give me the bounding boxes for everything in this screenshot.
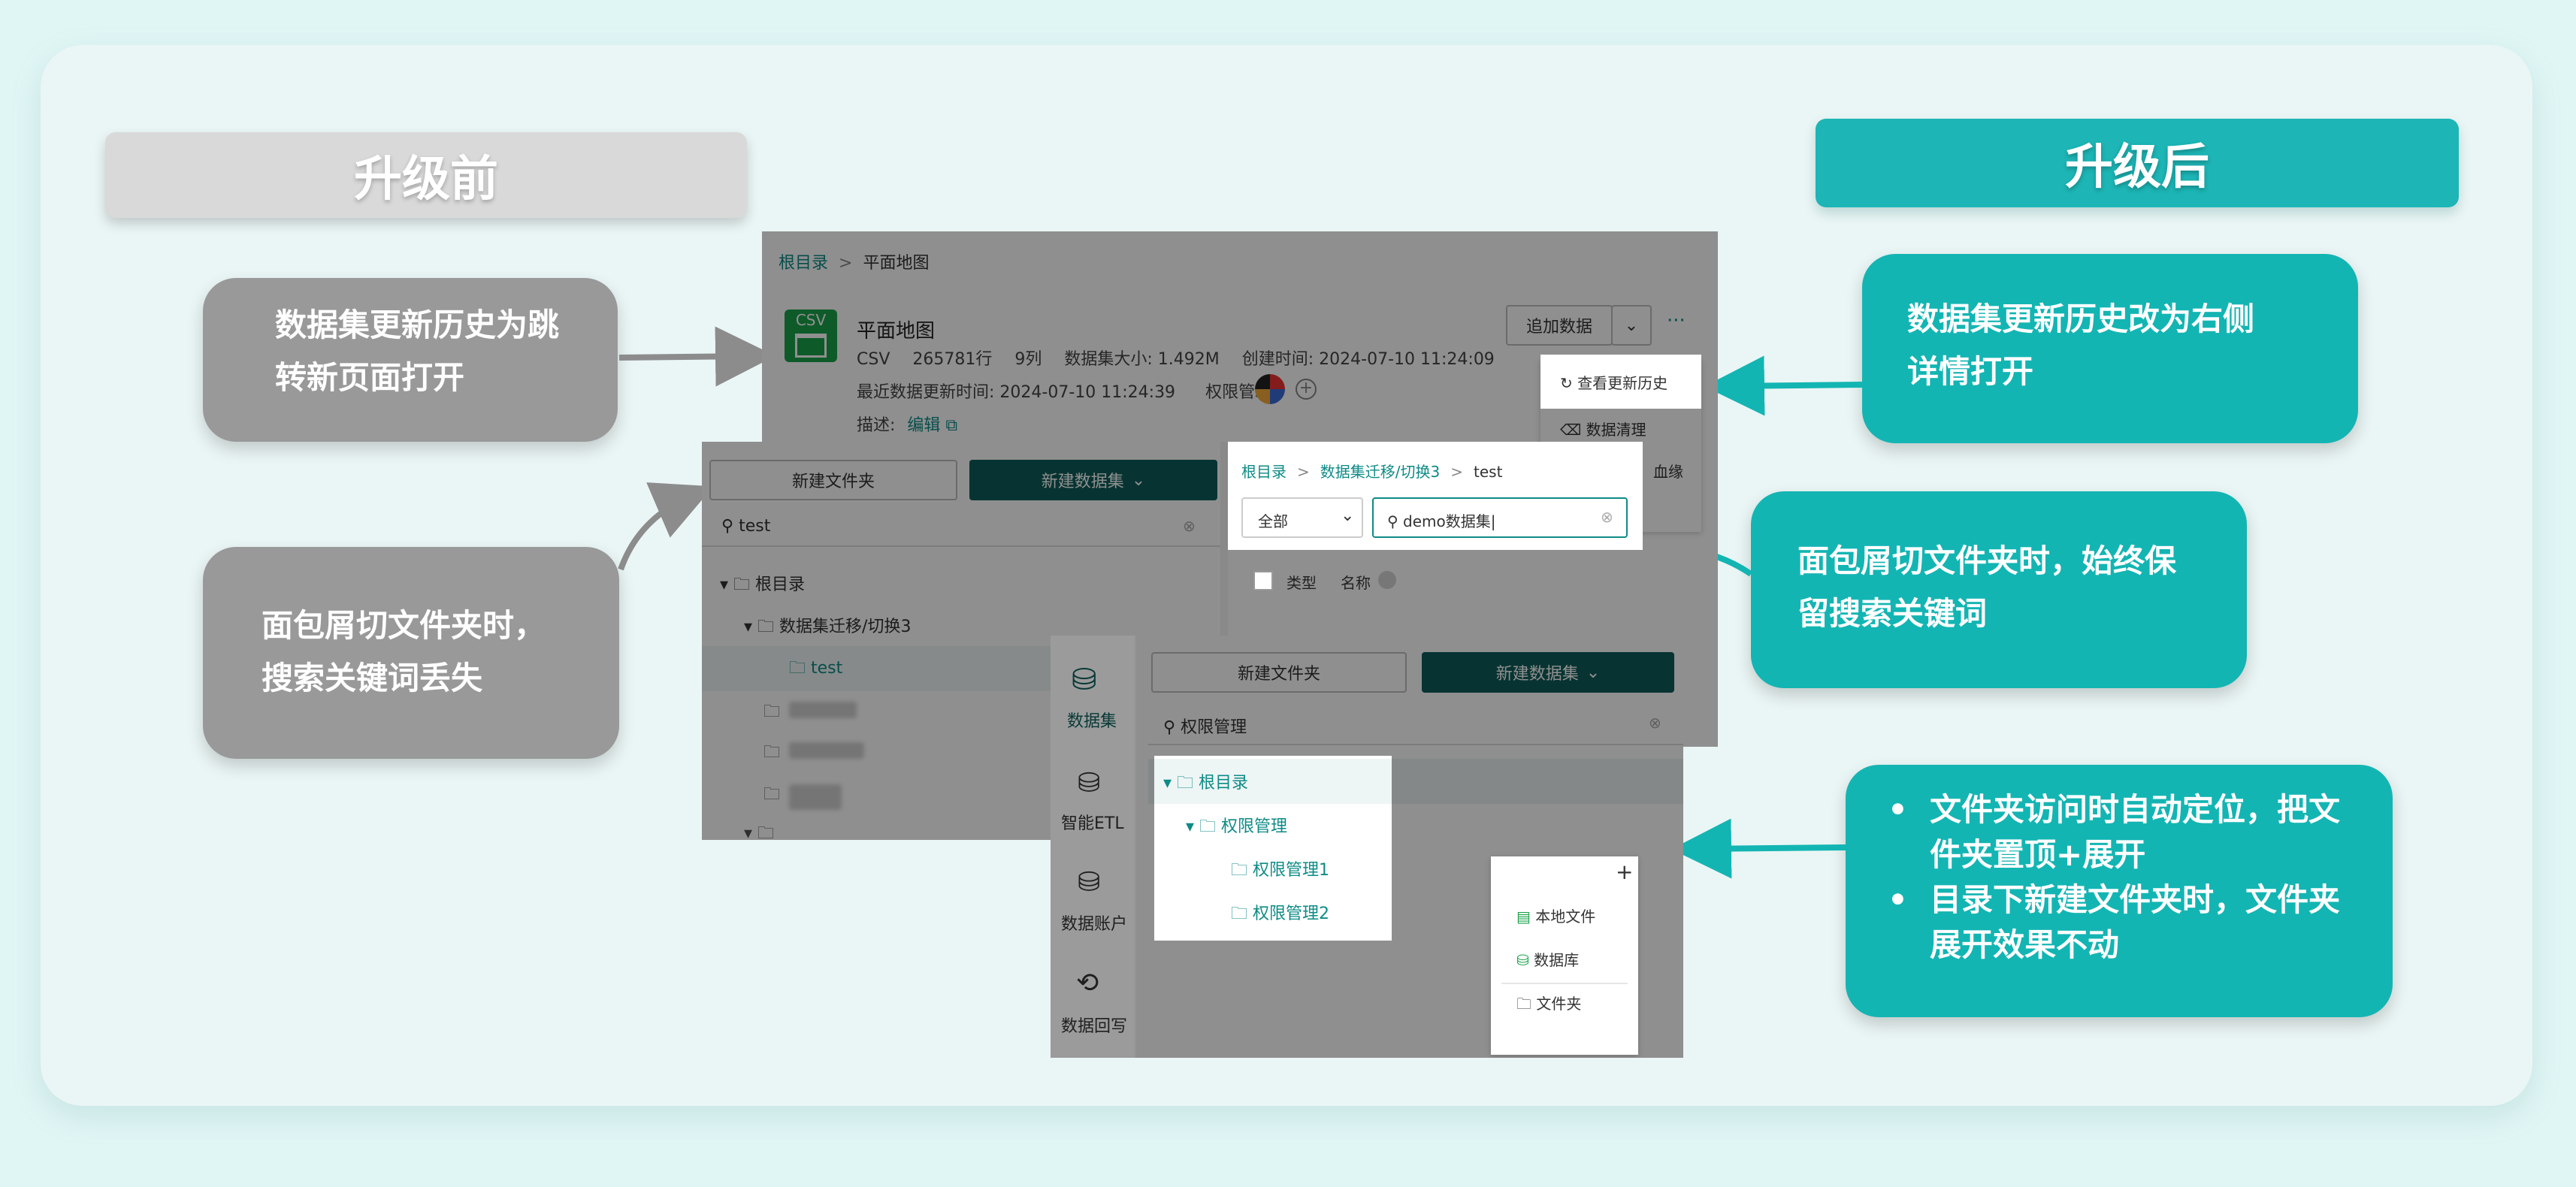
dim-overlay — [1638, 756, 1683, 1058]
menu-database[interactable]: ⛁ 数据库 — [1516, 948, 1579, 970]
search-icon: ⚲ — [1387, 512, 1404, 530]
dim-overlay — [1136, 756, 1154, 1058]
dataset-name: 平面地图 — [857, 320, 936, 343]
chevron-down-icon: ⌄ — [1341, 506, 1355, 525]
arrow-after-folder — [1671, 818, 1846, 879]
add-permission-icon[interactable]: + — [1296, 379, 1317, 400]
menu-local-file[interactable]: ▤ 本地文件 — [1516, 905, 1595, 926]
dim-overlay — [1051, 636, 1136, 1058]
breadcrumb-current: 平面地图 — [863, 254, 930, 273]
breadcrumb-root[interactable]: 根目录 — [779, 254, 828, 273]
history-icon: ↻ 查看更新历史 — [1560, 374, 1668, 392]
arrow-before-history — [618, 326, 776, 387]
new-folder-button[interactable]: 新建文件夹 — [709, 460, 957, 500]
tree-item-root[interactable]: ▾ 🗀 根目录 — [1163, 769, 1248, 799]
tree-highlight-box: ▾ 🗀 根目录 ▾ 🗀 权限管理 🗀 权限管理1 🗀 权限管理2 — [1154, 756, 1392, 941]
avatar — [1255, 374, 1285, 404]
breadcrumb-current: test — [1474, 463, 1503, 481]
tree-item-permission[interactable]: ▾ 🗀 权限管理 — [1186, 813, 1287, 842]
search-icon: ⚲ — [721, 517, 739, 536]
clear-icon[interactable]: ⊗ — [1601, 508, 1613, 526]
add-menu: + ▤ 本地文件 ⛁ 数据库 🗀 文件夹 — [1491, 856, 1638, 1055]
more-button[interactable]: ··· — [1667, 310, 1686, 332]
folder-icon: 🗀 — [763, 785, 781, 804]
folder-icon: 🗀 — [1516, 995, 1531, 1013]
dim-overlay — [1491, 1055, 1638, 1058]
tree-item-permission-2[interactable]: 🗀 权限管理2 — [1231, 900, 1329, 929]
tree-search[interactable]: ⚲ test ⊗ — [702, 508, 1235, 547]
new-dataset-button[interactable]: 新建数据集 ⌄ — [969, 460, 1217, 500]
select-all-checkbox[interactable] — [1253, 571, 1273, 590]
add-data-button[interactable]: 追加数据 — [1506, 305, 1613, 346]
menu-data-clean[interactable]: ⌫ 数据清理 — [1560, 418, 1646, 439]
database-icon: ⛁ — [1516, 951, 1529, 969]
csv-file-icon: CSV — [785, 310, 837, 362]
tree-item-test[interactable]: 🗀 test — [789, 655, 842, 684]
menu-lineage[interactable]: 血缘 — [1653, 460, 1683, 482]
add-icon[interactable]: + — [1616, 859, 1633, 884]
dataset-search-input[interactable]: ⚲ demo数据集| ⊗ — [1372, 497, 1628, 538]
folder-icon: 🗀 — [763, 702, 781, 721]
dim-overlay — [1491, 756, 1638, 856]
type-filter-select[interactable]: 全部 ⌄ — [1241, 497, 1363, 538]
local-file-icon: ▤ — [1516, 908, 1531, 926]
folder-icon: ▾ 🗀 — [744, 824, 775, 840]
arrow-before-breadcrumb — [618, 482, 714, 571]
tree-item-permission-1[interactable]: 🗀 权限管理1 — [1231, 856, 1329, 886]
tree-item-migration[interactable]: ▾ 🗀 数据集迁移/切换3 — [744, 613, 911, 642]
folder-icon: 🗀 — [763, 743, 781, 762]
tree-item-root[interactable]: ▾ 🗀 根目录 — [720, 571, 805, 600]
after-search-screenshot: 根目录 > 数据集迁移/切换3 > test 全部 ⌄ ⚲ demo数据集| ⊗ 类型 … — [1228, 442, 1643, 637]
sort-icon[interactable] — [1378, 571, 1396, 589]
column-name: 名称 — [1341, 574, 1371, 592]
menu-folder[interactable]: 🗀 文件夹 — [1516, 992, 1581, 1019]
dim-overlay — [1136, 636, 1683, 756]
highlight-view-history[interactable]: ↻ 查看更新历史 — [1540, 355, 1701, 409]
breadcrumb-migration[interactable]: 数据集迁移/切换3 — [1320, 463, 1440, 481]
arrow-after-history — [1704, 355, 1863, 416]
chevron-down-icon[interactable]: ⌄ — [1611, 305, 1652, 346]
column-type: 类型 — [1286, 574, 1317, 592]
dim-overlay — [1154, 941, 1392, 1058]
edit-icon[interactable]: ⧉ — [940, 416, 957, 435]
edit-link[interactable]: 编辑 — [907, 416, 940, 435]
clear-icon[interactable]: ⊗ — [1183, 517, 1196, 535]
breadcrumb-root[interactable]: 根目录 — [1241, 463, 1286, 481]
dim-overlay — [1392, 756, 1491, 1058]
